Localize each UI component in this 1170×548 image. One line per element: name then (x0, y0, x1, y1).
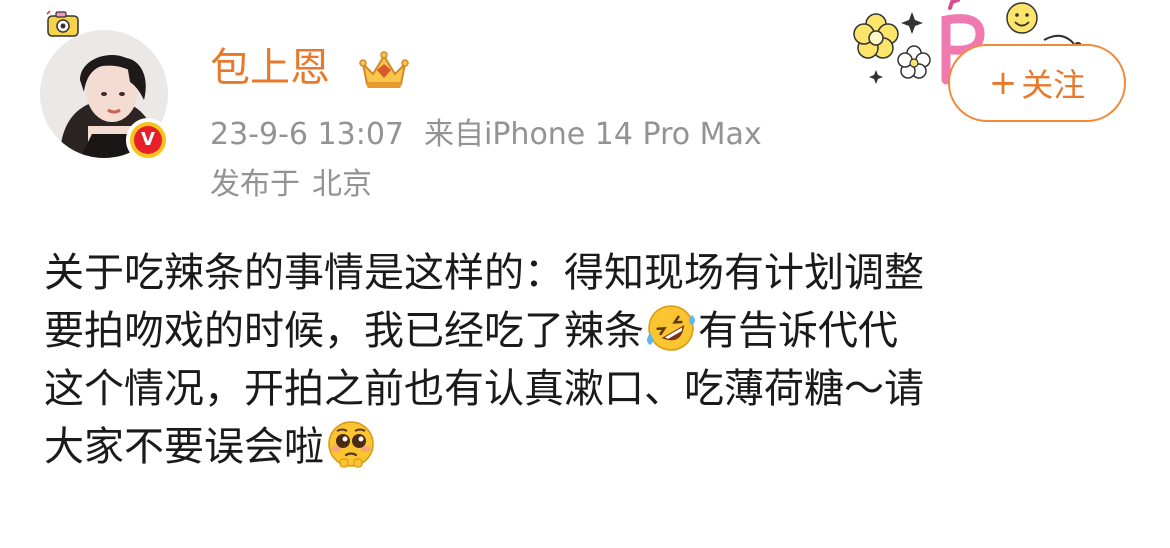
flower-sticker-icon (853, 13, 899, 59)
post-text-segment: 要拍吻戏的时候，我已经吃了辣条 (44, 308, 644, 354)
verified-mark: V (134, 126, 162, 154)
plus-icon: + (988, 63, 1018, 103)
post-body: 关于吃辣条的事情是这样的：得知现场有计划调整 要拍吻戏的时候，我已经吃了辣条 有… (44, 244, 1134, 476)
username[interactable]: 包上恩 (210, 42, 330, 94)
post-text-line: 大家不要误会啦 (44, 418, 1134, 476)
camera-sticker-icon (46, 10, 79, 37)
post-meta: 23-9-6 13:07 来自iPhone 14 Pro Max (210, 113, 762, 157)
post-time: 23-9-6 13:07 (210, 117, 404, 152)
follow-button-label: 关注 (1021, 66, 1086, 104)
location-prefix: 发布于 (210, 167, 300, 202)
post-text-line: 要拍吻戏的时候，我已经吃了辣条 有告诉代代 (44, 302, 1134, 360)
flower-sticker-icon (897, 45, 931, 79)
post-text-line: 关于吃辣条的事情是这样的：得知现场有计划调整 (44, 250, 924, 296)
post-source[interactable]: 来自iPhone 14 Pro Max (424, 117, 762, 152)
verified-badge-icon: V (126, 118, 170, 162)
vip-crown-icon[interactable] (357, 50, 411, 90)
location-name: 北京 (312, 167, 372, 202)
follow-button[interactable]: + 关注 (948, 44, 1126, 122)
smiley-sticker-icon (1006, 2, 1038, 34)
post-text-line: 这个情况，开拍之前也有认真漱口、吃薄荷糖～请 (44, 366, 924, 412)
post-text-segment: 大家不要误会啦 (44, 424, 324, 470)
rolling-laughing-emoji-icon (647, 305, 695, 351)
pleading-face-emoji-icon (328, 421, 374, 468)
post-text-segment: 有告诉代代 (698, 308, 898, 354)
post-location: 发布于 北京 (210, 163, 372, 207)
